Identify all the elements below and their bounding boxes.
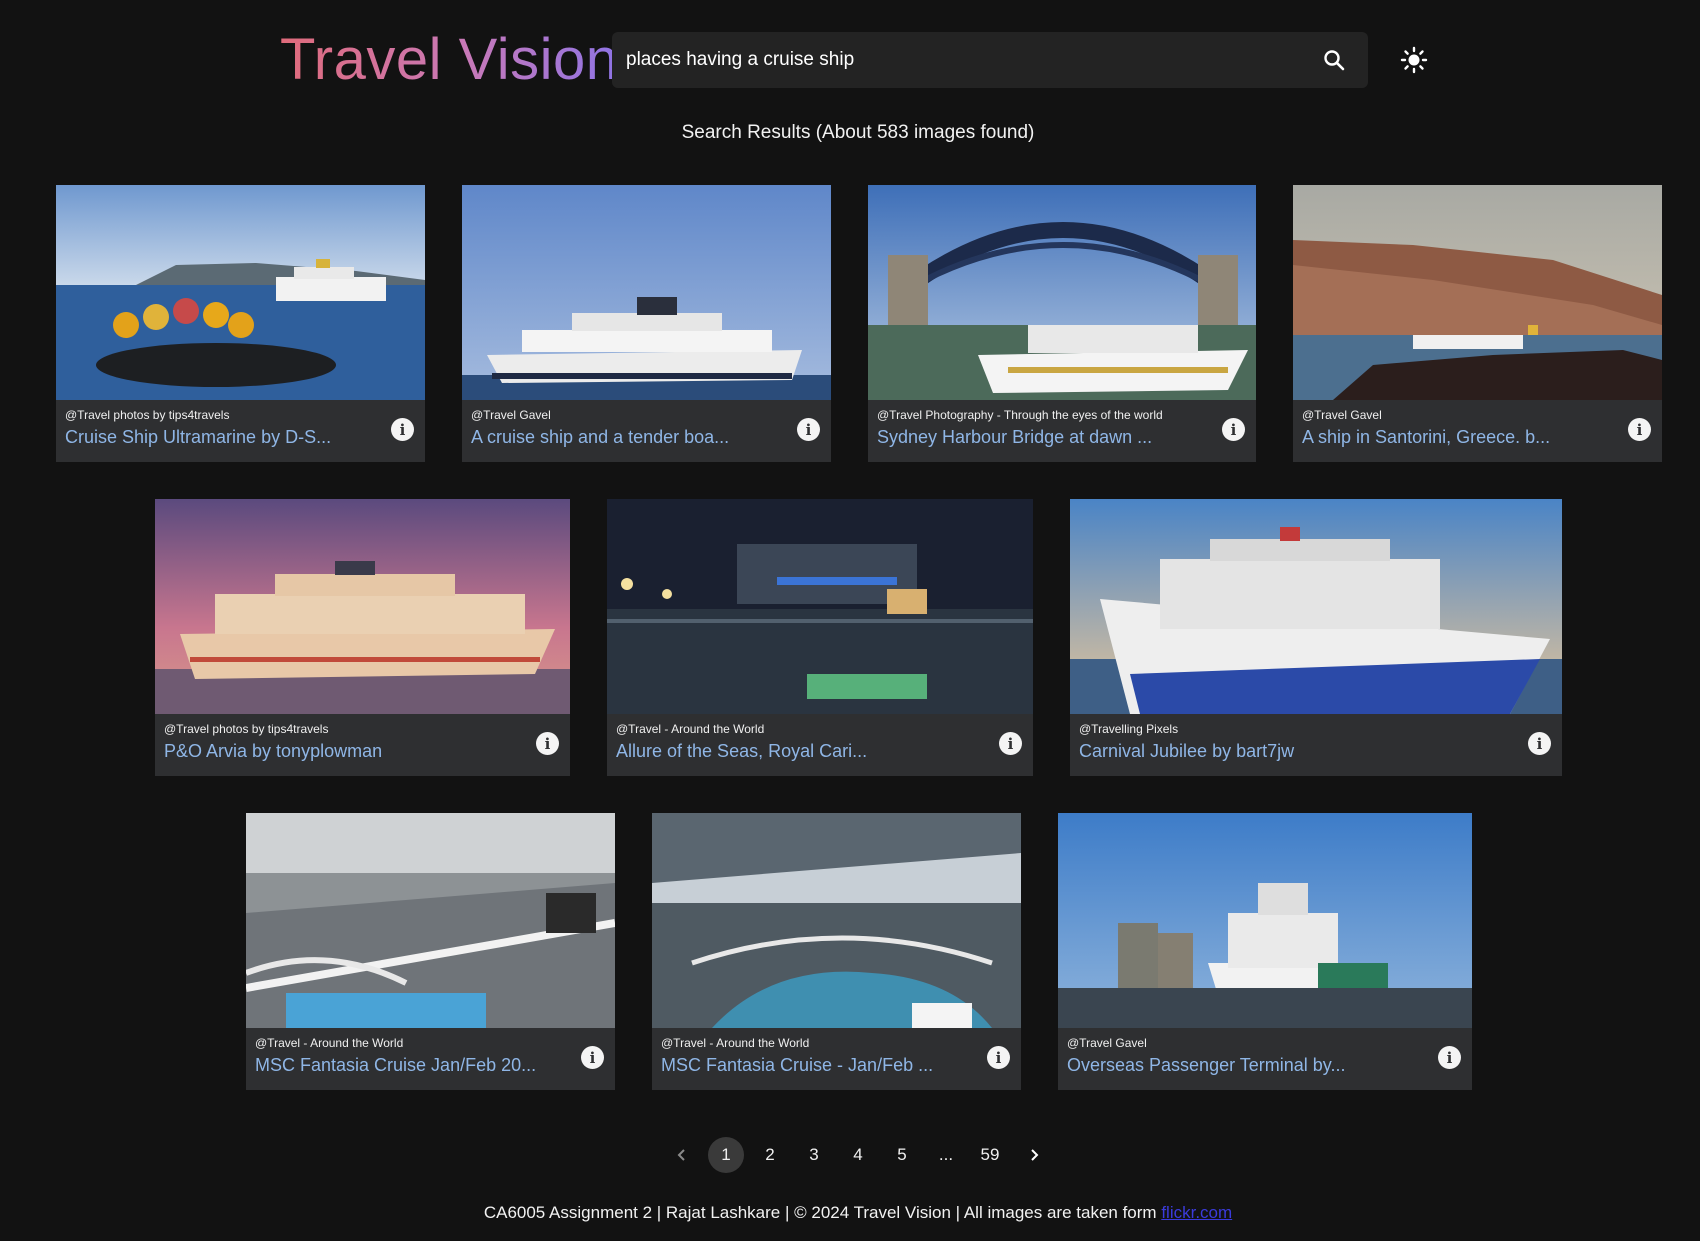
result-image[interactable]	[652, 813, 1021, 1028]
card-title[interactable]: MSC Fantasia Cruise Jan/Feb 20...	[255, 1055, 536, 1076]
card-author: @Travel - Around the World	[616, 722, 765, 736]
card-caption: @Travel Gavel A ship in Santorini, Greec…	[1293, 400, 1662, 462]
card-title[interactable]: Allure of the Seas, Royal Cari...	[616, 741, 867, 762]
card-author: @Travel Gavel	[1302, 408, 1382, 422]
image-card[interactable]: @Travel - Around the World MSC Fantasia …	[246, 813, 615, 1090]
chevron-left-icon	[677, 1149, 685, 1161]
card-title[interactable]: A ship in Santorini, Greece. b...	[1302, 427, 1550, 448]
image-card[interactable]: @Travel - Around the World MSC Fantasia …	[652, 813, 1021, 1090]
card-title[interactable]: A cruise ship and a tender boa...	[471, 427, 729, 448]
result-image[interactable]	[246, 813, 615, 1028]
image-card[interactable]: @Travelling Pixels Carnival Jubilee by b…	[1070, 499, 1562, 776]
card-author: @Travel - Around the World	[255, 1036, 404, 1050]
image-card[interactable]: @Travel - Around the World Allure of the…	[607, 499, 1033, 776]
search-button[interactable]	[1314, 40, 1354, 80]
image-card[interactable]: @Travel photos by tips4travels P&O Arvia…	[155, 499, 570, 776]
result-image[interactable]	[462, 185, 831, 400]
card-author: @Travel Gavel	[471, 408, 551, 422]
result-image[interactable]	[1058, 813, 1472, 1028]
card-caption: @Travel photos by tips4travels P&O Arvia…	[155, 714, 570, 776]
info-icon[interactable]: i	[987, 1046, 1010, 1069]
page-button-4[interactable]: 4	[840, 1137, 876, 1173]
image-card[interactable]: @Travel Gavel A cruise ship and a tender…	[462, 185, 831, 462]
theme-toggle-button[interactable]	[1392, 38, 1436, 82]
card-caption: @Travel photos by tips4travels Cruise Sh…	[56, 400, 425, 462]
footer-text: CA6005 Assignment 2 | Rajat Lashkare | ©…	[483, 1203, 1162, 1222]
card-caption: @Travel Gavel A cruise ship and a tender…	[462, 400, 831, 462]
card-author: @Travel photos by tips4travels	[65, 408, 230, 422]
card-title[interactable]: Cruise Ship Ultramarine by D-S...	[65, 427, 331, 448]
page-button-1[interactable]: 1	[708, 1137, 744, 1173]
image-card[interactable]: @Travel Photography - Through the eyes o…	[868, 185, 1256, 462]
info-icon[interactable]: i	[797, 418, 820, 441]
image-card[interactable]: @Travel Gavel Overseas Passenger Termina…	[1058, 813, 1472, 1090]
page-button-3[interactable]: 3	[796, 1137, 832, 1173]
info-icon[interactable]: i	[1528, 732, 1551, 755]
card-caption: @Travel - Around the World MSC Fantasia …	[652, 1028, 1021, 1090]
card-author: @Travel Photography - Through the eyes o…	[877, 408, 1163, 422]
page-ellipsis: ...	[938, 1145, 954, 1164]
card-author: @Travel - Around the World	[661, 1036, 810, 1050]
page-button-59[interactable]: 59	[972, 1137, 1008, 1173]
image-card[interactable]: @Travel photos by tips4travels Cruise Sh…	[56, 185, 425, 462]
search-bar	[612, 32, 1368, 88]
card-caption: @Travel Gavel Overseas Passenger Termina…	[1058, 1028, 1472, 1090]
card-title[interactable]: Carnival Jubilee by bart7jw	[1079, 741, 1294, 762]
result-image[interactable]	[155, 499, 570, 714]
page-button-5[interactable]: 5	[884, 1137, 920, 1173]
card-caption: @Travel - Around the World Allure of the…	[607, 714, 1033, 776]
results-count: Search Results (About 583 images found)	[681, 122, 1035, 143]
search-icon	[1324, 50, 1345, 71]
info-icon[interactable]: i	[1628, 418, 1651, 441]
card-title[interactable]: Sydney Harbour Bridge at dawn ...	[877, 427, 1152, 448]
result-image[interactable]	[607, 499, 1033, 714]
card-author: @Travel photos by tips4travels	[164, 722, 329, 736]
page-button-2[interactable]: 2	[752, 1137, 788, 1173]
image-card[interactable]: @Travel Gavel A ship in Santorini, Greec…	[1293, 185, 1662, 462]
info-icon[interactable]: i	[999, 732, 1022, 755]
info-icon[interactable]: i	[581, 1046, 604, 1069]
card-caption: @Travelling Pixels Carnival Jubilee by b…	[1070, 714, 1562, 776]
card-caption: @Travel Photography - Through the eyes o…	[868, 400, 1256, 462]
info-icon[interactable]: i	[536, 732, 559, 755]
app-logo[interactable]: Travel Vision	[280, 26, 619, 94]
next-page-button[interactable]	[1016, 1137, 1052, 1173]
card-title[interactable]: MSC Fantasia Cruise - Jan/Feb ...	[661, 1055, 933, 1076]
info-icon[interactable]: i	[1438, 1046, 1461, 1069]
page: Travel Vision Search Results (About 583 …	[0, 0, 1700, 1241]
card-caption: @Travel - Around the World MSC Fantasia …	[246, 1028, 615, 1090]
card-title[interactable]: Overseas Passenger Terminal by...	[1067, 1055, 1345, 1076]
info-icon[interactable]: i	[391, 418, 414, 441]
pagination: 1 2 3 4 5 ... 59	[0, 1137, 1700, 1173]
result-image[interactable]	[1293, 185, 1662, 400]
search-input[interactable]	[626, 49, 1314, 71]
result-image[interactable]	[868, 185, 1256, 400]
card-title[interactable]: P&O Arvia by tonyplowman	[164, 741, 382, 762]
footer-flickr-link[interactable]: flickr.com	[1161, 1203, 1232, 1222]
card-author: @Travelling Pixels	[1079, 722, 1179, 736]
result-image[interactable]	[56, 185, 425, 400]
prev-page-button[interactable]	[664, 1137, 700, 1173]
footer: CA6005 Assignment 2 | Rajat Lashkare | ©…	[0, 1203, 1700, 1223]
card-author: @Travel Gavel	[1067, 1036, 1147, 1050]
chevron-right-icon	[1031, 1149, 1039, 1161]
sun-icon	[1400, 46, 1428, 74]
info-icon[interactable]: i	[1222, 418, 1245, 441]
result-image[interactable]	[1070, 499, 1562, 714]
